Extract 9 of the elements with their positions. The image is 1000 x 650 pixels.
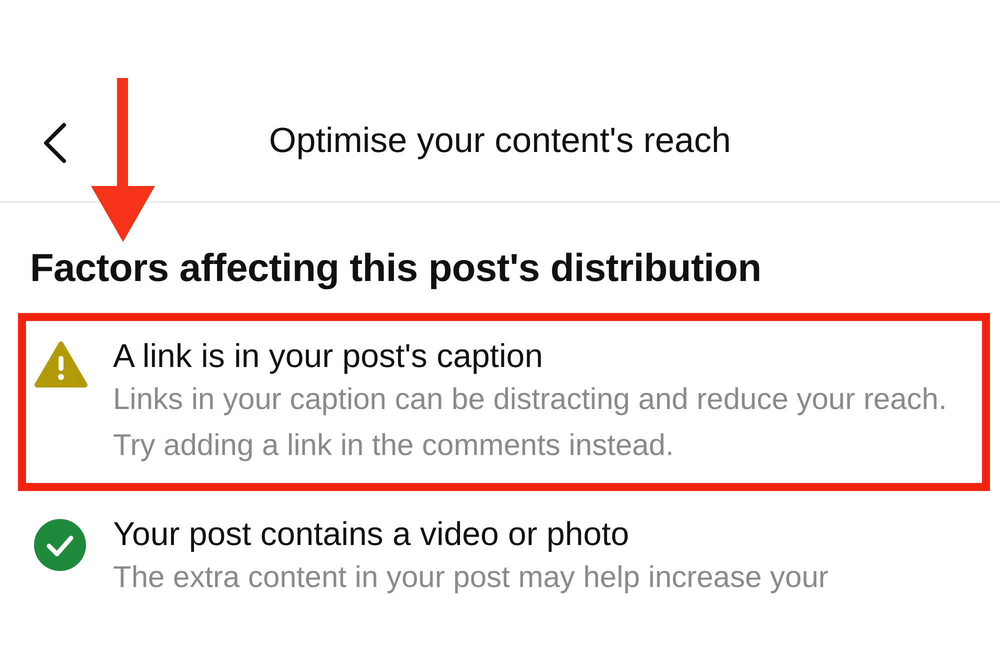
factor-title: A link is in your post's caption (113, 336, 544, 376)
factor-title: Your post contains a video or photo (113, 514, 630, 554)
section-heading: Factors affecting this post's distribution (30, 247, 762, 291)
screen-title: Optimise your content's reach (269, 120, 731, 160)
warning-icon (34, 341, 88, 389)
factor-description: The extra content in your post may help increase your (113, 560, 830, 596)
factor-description: Links in your caption can be distracting and reduce your reach. Try adding a link in the comments instead. (113, 382, 948, 464)
back-icon[interactable] (42, 122, 68, 164)
check-icon (34, 519, 86, 571)
